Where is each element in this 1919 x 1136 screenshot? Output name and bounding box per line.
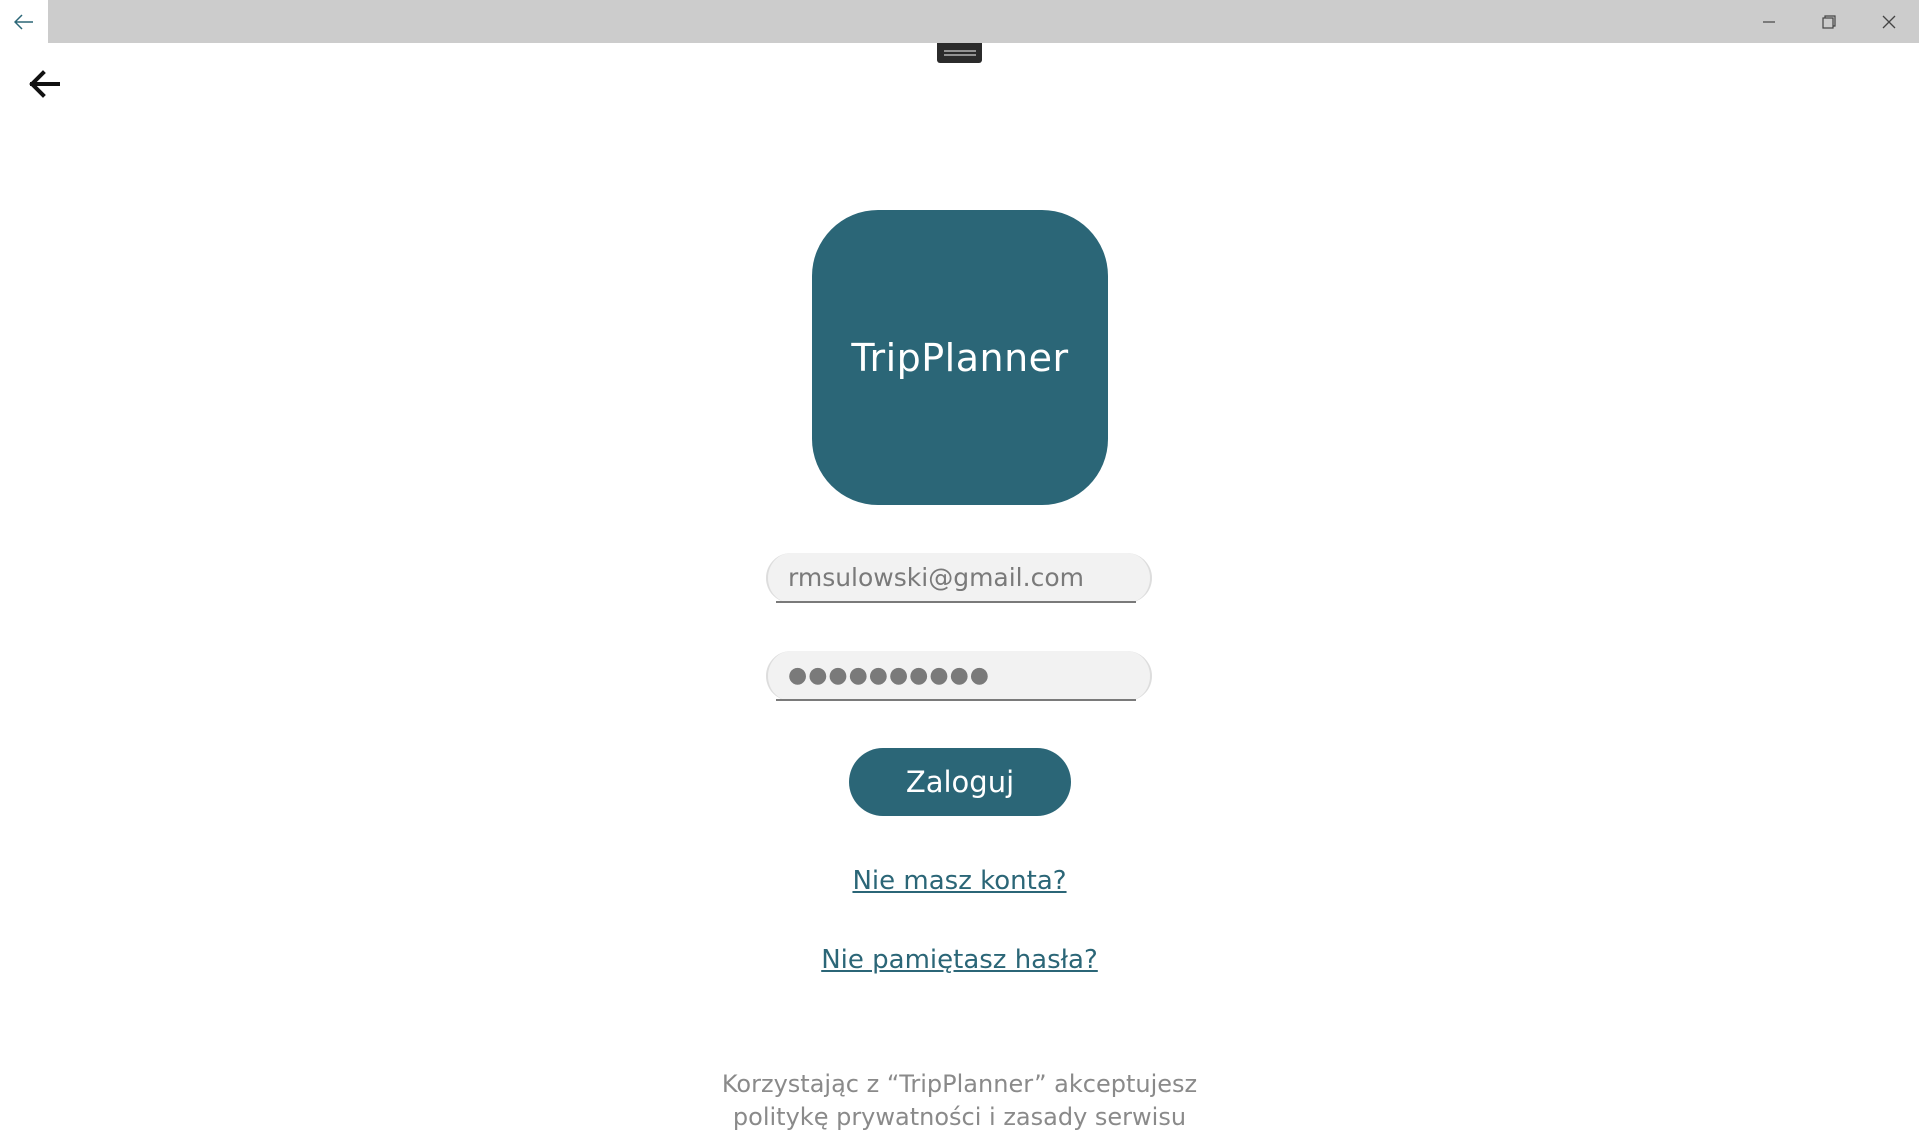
terms-notice: Korzystając z “TripPlanner” akceptujesz … bbox=[0, 1068, 1919, 1134]
drag-handle[interactable] bbox=[937, 43, 982, 63]
email-underline bbox=[776, 601, 1136, 603]
minimize-icon bbox=[1763, 20, 1775, 23]
password-field[interactable] bbox=[766, 651, 1152, 701]
page-back-button[interactable] bbox=[24, 66, 64, 102]
back-arrow-icon bbox=[29, 70, 60, 98]
login-button[interactable]: Zaloguj bbox=[849, 748, 1071, 816]
grip-icon bbox=[943, 50, 976, 56]
app-logo-text: TripPlanner bbox=[851, 335, 1069, 380]
app-logo: TripPlanner bbox=[812, 210, 1108, 505]
email-input[interactable] bbox=[788, 553, 1128, 601]
close-button[interactable] bbox=[1859, 0, 1919, 43]
window-titlebar bbox=[0, 0, 1919, 43]
back-arrow-icon bbox=[14, 13, 33, 30]
register-link[interactable]: Nie masz konta? bbox=[0, 866, 1919, 896]
email-field[interactable] bbox=[766, 553, 1152, 603]
restore-icon bbox=[1822, 14, 1836, 29]
minimize-button[interactable] bbox=[1739, 0, 1799, 43]
restore-button[interactable] bbox=[1799, 0, 1859, 43]
password-input[interactable] bbox=[788, 651, 1128, 699]
forgot-password-link[interactable]: Nie pamiętasz hasła? bbox=[0, 945, 1919, 975]
titlebar-back-button[interactable] bbox=[0, 0, 48, 43]
password-underline bbox=[776, 699, 1136, 701]
terms-notice-line1: Korzystając z “TripPlanner” akceptujesz bbox=[721, 1070, 1198, 1098]
terms-notice-line2: politykę prywatności i zasady serwisu bbox=[732, 1103, 1187, 1131]
close-icon bbox=[1882, 15, 1896, 28]
